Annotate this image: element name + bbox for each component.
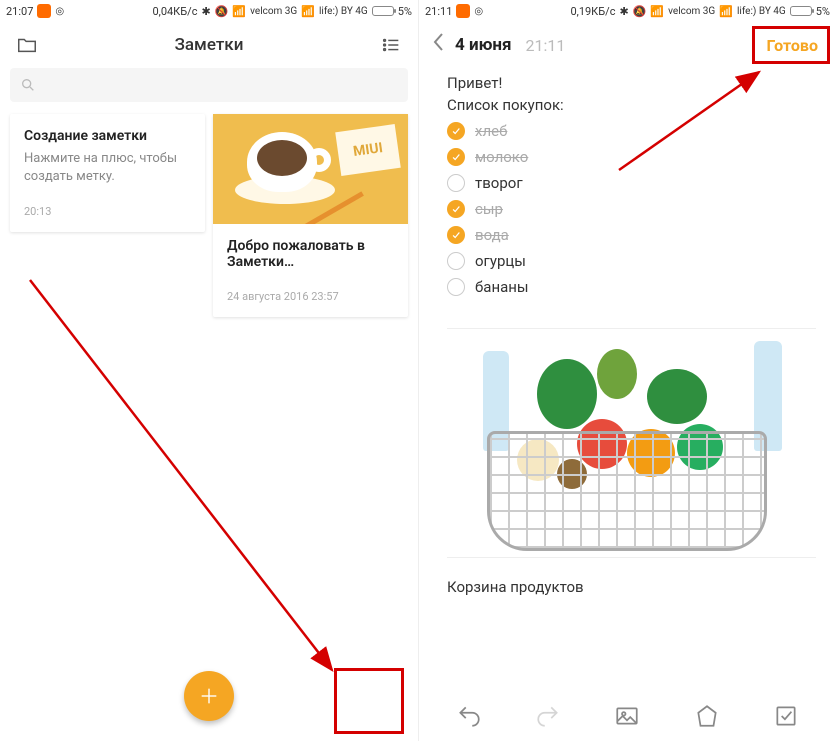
checkbox-checked-icon[interactable] <box>447 226 465 244</box>
redo-button[interactable] <box>535 703 561 729</box>
battery-percent: 5% <box>816 5 830 18</box>
back-button[interactable] <box>431 31 445 59</box>
checklist-item-label: молоко <box>475 148 528 166</box>
insert-checklist-button[interactable] <box>773 703 799 729</box>
checklist-item[interactable]: бананы <box>447 278 816 296</box>
folder-icon[interactable] <box>16 34 38 56</box>
annotation-arrow-to-fab <box>0 0 418 741</box>
checklist-item[interactable]: вода <box>447 226 816 244</box>
battery-percent: 5% <box>398 5 412 18</box>
note-card[interactable]: MIUI Добро пожаловать в Заметки… 24 авгу… <box>213 114 408 317</box>
search-icon <box>20 77 36 93</box>
undo-button[interactable] <box>456 703 482 729</box>
checkbox-unchecked-icon[interactable] <box>447 174 465 192</box>
done-button[interactable]: Готово <box>761 32 824 59</box>
list-view-icon[interactable] <box>380 34 402 56</box>
card-title: Добро пожаловать в Заметки… <box>227 238 394 270</box>
card-subtitle: Нажмите на плюс, чтобы создать метку. <box>24 150 191 185</box>
card-timestamp: 24 августа 2016 23:57 <box>227 290 394 303</box>
checklist-item-label: бананы <box>475 278 529 296</box>
checkbox-unchecked-icon[interactable] <box>447 278 465 296</box>
checklist-item[interactable]: огурцы <box>447 252 816 270</box>
status-bar: 21:07 ◎ 0,04КБ/с ✱🔕📶 velcom 3G 📶 life:) … <box>0 0 418 22</box>
note-attached-image[interactable] <box>447 328 816 558</box>
carrier-2: life:) BY 4G <box>319 6 368 17</box>
note-list-title: Список покупок: <box>447 96 816 114</box>
data-rate: 0,04КБ/с <box>152 5 197 18</box>
page-title: Заметки <box>38 35 380 55</box>
data-rate: 0,19КБ/с <box>570 5 615 18</box>
app-badge-icon <box>456 4 470 18</box>
note-time: 21:11 <box>526 36 566 55</box>
checklist-item-label: творог <box>475 174 523 192</box>
card-illustration: MIUI <box>213 114 408 224</box>
sticky-note-icon: MIUI <box>335 124 401 176</box>
insert-image-button[interactable] <box>614 703 640 729</box>
battery-icon <box>372 6 394 16</box>
checklist-item-label: сыр <box>475 200 503 218</box>
carrier-2: life:) BY 4G <box>737 6 786 17</box>
chevron-left-icon <box>431 31 445 53</box>
status-bar: 21:11 ◎ 0,19КБ/с ✱🔕📶 velcom 3G 📶 life:) … <box>419 0 836 22</box>
checklist-item[interactable]: хлеб <box>447 122 816 140</box>
add-note-fab[interactable] <box>184 671 234 721</box>
checklist-item-label: огурцы <box>475 252 526 270</box>
note-header: 4 июня 21:11 Готово <box>419 22 836 68</box>
app-badge-icon <box>37 4 51 18</box>
image-caption[interactable]: Корзина продуктов <box>419 568 836 606</box>
checkbox-unchecked-icon[interactable] <box>447 252 465 270</box>
note-card[interactable]: Создание заметки Нажмите на плюс, чтобы … <box>10 114 205 232</box>
note-greeting: Привет! <box>447 74 816 92</box>
app-header: Заметки <box>0 22 418 68</box>
status-time: 21:07 <box>6 5 33 18</box>
carrier-1: velcom 3G <box>668 6 715 17</box>
note-date: 4 июня <box>455 35 512 55</box>
search-input[interactable] <box>10 68 408 102</box>
carrier-1: velcom 3G <box>250 6 297 17</box>
checklist-item[interactable]: молоко <box>447 148 816 166</box>
annotation-box-fab <box>334 668 404 734</box>
card-timestamp: 20:13 <box>24 205 191 218</box>
checklist-item[interactable]: сыр <box>447 200 816 218</box>
insert-tag-button[interactable] <box>694 703 720 729</box>
checklist-item-label: хлеб <box>475 122 507 140</box>
checklist-item-label: вода <box>475 226 509 244</box>
checklist-item[interactable]: творог <box>447 174 816 192</box>
plus-icon <box>198 685 220 707</box>
note-body[interactable]: Привет! Список покупок: хлеб молоко творог… <box>419 68 836 304</box>
card-title: Создание заметки <box>24 128 191 144</box>
battery-icon <box>790 6 812 16</box>
checkbox-checked-icon[interactable] <box>447 200 465 218</box>
status-time: 21:11 <box>425 5 452 18</box>
checkbox-checked-icon[interactable] <box>447 148 465 166</box>
note-toolbar <box>419 691 836 741</box>
checkbox-checked-icon[interactable] <box>447 122 465 140</box>
